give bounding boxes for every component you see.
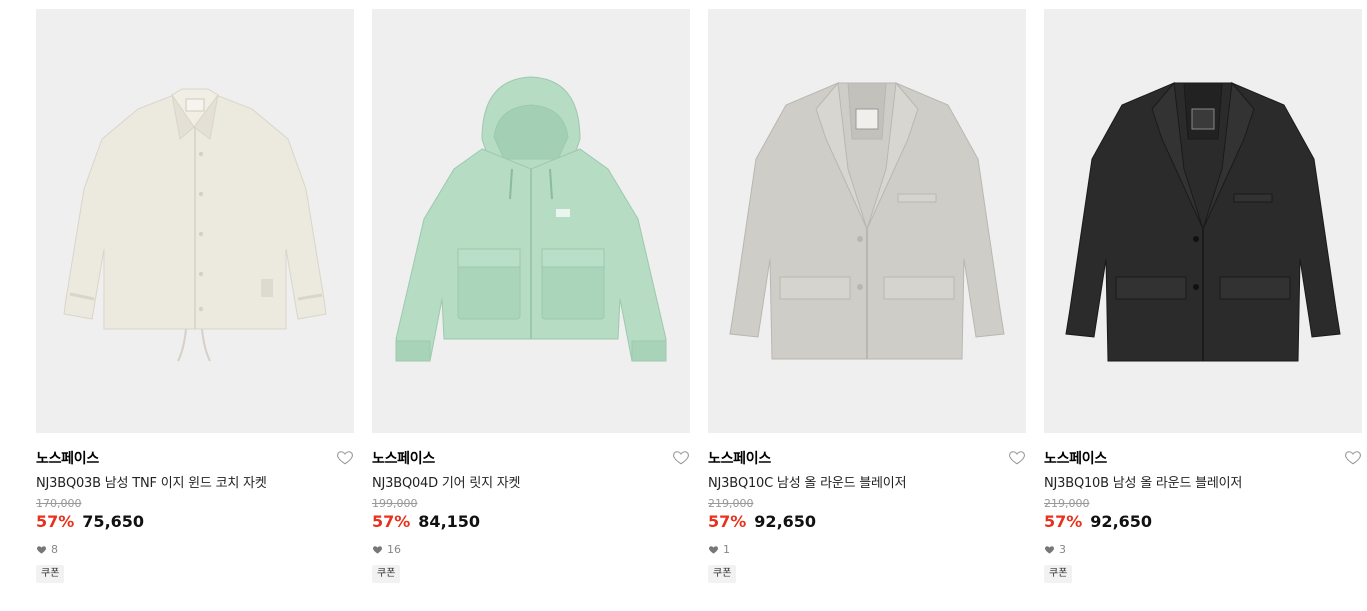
- product-card[interactable]: 노스페이스 NJ3BQ10C 남성 올 라운드 블레이저 219,000 57%…: [708, 9, 1026, 583]
- blazer-light-image: [729, 81, 1005, 360]
- product-card[interactable]: 노스페이스 NJ3BQ10B 남성 올 라운드 블레이저 219,000 57%…: [1044, 9, 1362, 583]
- original-price: 170,000: [36, 497, 82, 510]
- product-image[interactable]: [36, 9, 354, 433]
- discount-rate: 57%: [372, 512, 411, 531]
- product-name[interactable]: NJ3BQ03B 남성 TNF 이지 윈드 코치 자켓: [36, 472, 354, 491]
- product-name[interactable]: NJ3BQ04D 기어 릿지 자켓: [372, 472, 690, 491]
- sale-price: 75,650: [82, 512, 145, 531]
- original-price: 199,000: [372, 497, 418, 510]
- brand-name: 노스페이스: [372, 451, 435, 467]
- product-image[interactable]: [372, 9, 690, 433]
- product-image[interactable]: [708, 9, 1026, 433]
- brand-name: 노스페이스: [36, 451, 99, 467]
- like-count: 16: [372, 541, 690, 557]
- hooded-jacket-image: [395, 76, 667, 362]
- brand-name: 노스페이스: [1044, 451, 1107, 467]
- coach-jacket-image: [63, 88, 327, 362]
- heart-outline-icon[interactable]: [672, 448, 690, 466]
- sale-price: 84,150: [418, 512, 481, 531]
- heart-filled-icon: [373, 546, 382, 554]
- like-count: 8: [36, 541, 354, 557]
- like-count: 1: [708, 541, 1026, 557]
- heart-outline-icon[interactable]: [1008, 448, 1026, 466]
- heart-filled-icon: [1045, 546, 1054, 554]
- like-count-value: 16: [387, 542, 401, 556]
- heart-filled-icon: [37, 546, 46, 554]
- heart-filled-icon: [709, 546, 718, 554]
- original-price: 219,000: [1044, 497, 1090, 510]
- coupon-badge: 쿠폰: [372, 565, 401, 583]
- coupon-badge: 쿠폰: [1044, 565, 1073, 583]
- sale-price: 92,650: [1090, 512, 1153, 531]
- product-image[interactable]: [1044, 9, 1362, 433]
- like-count-value: 3: [1059, 542, 1066, 556]
- discount-rate: 57%: [36, 512, 75, 531]
- product-name[interactable]: NJ3BQ10B 남성 올 라운드 블레이저: [1044, 472, 1362, 491]
- brand-name: 노스페이스: [708, 451, 771, 467]
- heart-outline-icon[interactable]: [1344, 448, 1362, 466]
- like-count-value: 8: [51, 542, 58, 556]
- heart-outline-icon[interactable]: [336, 448, 354, 466]
- blazer-dark-image: [1065, 81, 1341, 362]
- like-count-value: 1: [723, 542, 730, 556]
- original-price: 219,000: [708, 497, 754, 510]
- coupon-badge: 쿠폰: [708, 565, 737, 583]
- product-name[interactable]: NJ3BQ10C 남성 올 라운드 블레이저: [708, 472, 1026, 491]
- discount-rate: 57%: [708, 512, 747, 531]
- product-grid: 노스페이스 NJ3BQ03B 남성 TNF 이지 윈드 코치 자켓 170,00…: [36, 9, 1362, 583]
- like-count: 3: [1044, 541, 1362, 557]
- sale-price: 92,650: [754, 512, 817, 531]
- discount-rate: 57%: [1044, 512, 1083, 531]
- coupon-badge: 쿠폰: [36, 565, 65, 583]
- product-card[interactable]: 노스페이스 NJ3BQ03B 남성 TNF 이지 윈드 코치 자켓 170,00…: [36, 9, 354, 583]
- product-card[interactable]: 노스페이스 NJ3BQ04D 기어 릿지 자켓 199,000 57% 84,1…: [372, 9, 690, 583]
